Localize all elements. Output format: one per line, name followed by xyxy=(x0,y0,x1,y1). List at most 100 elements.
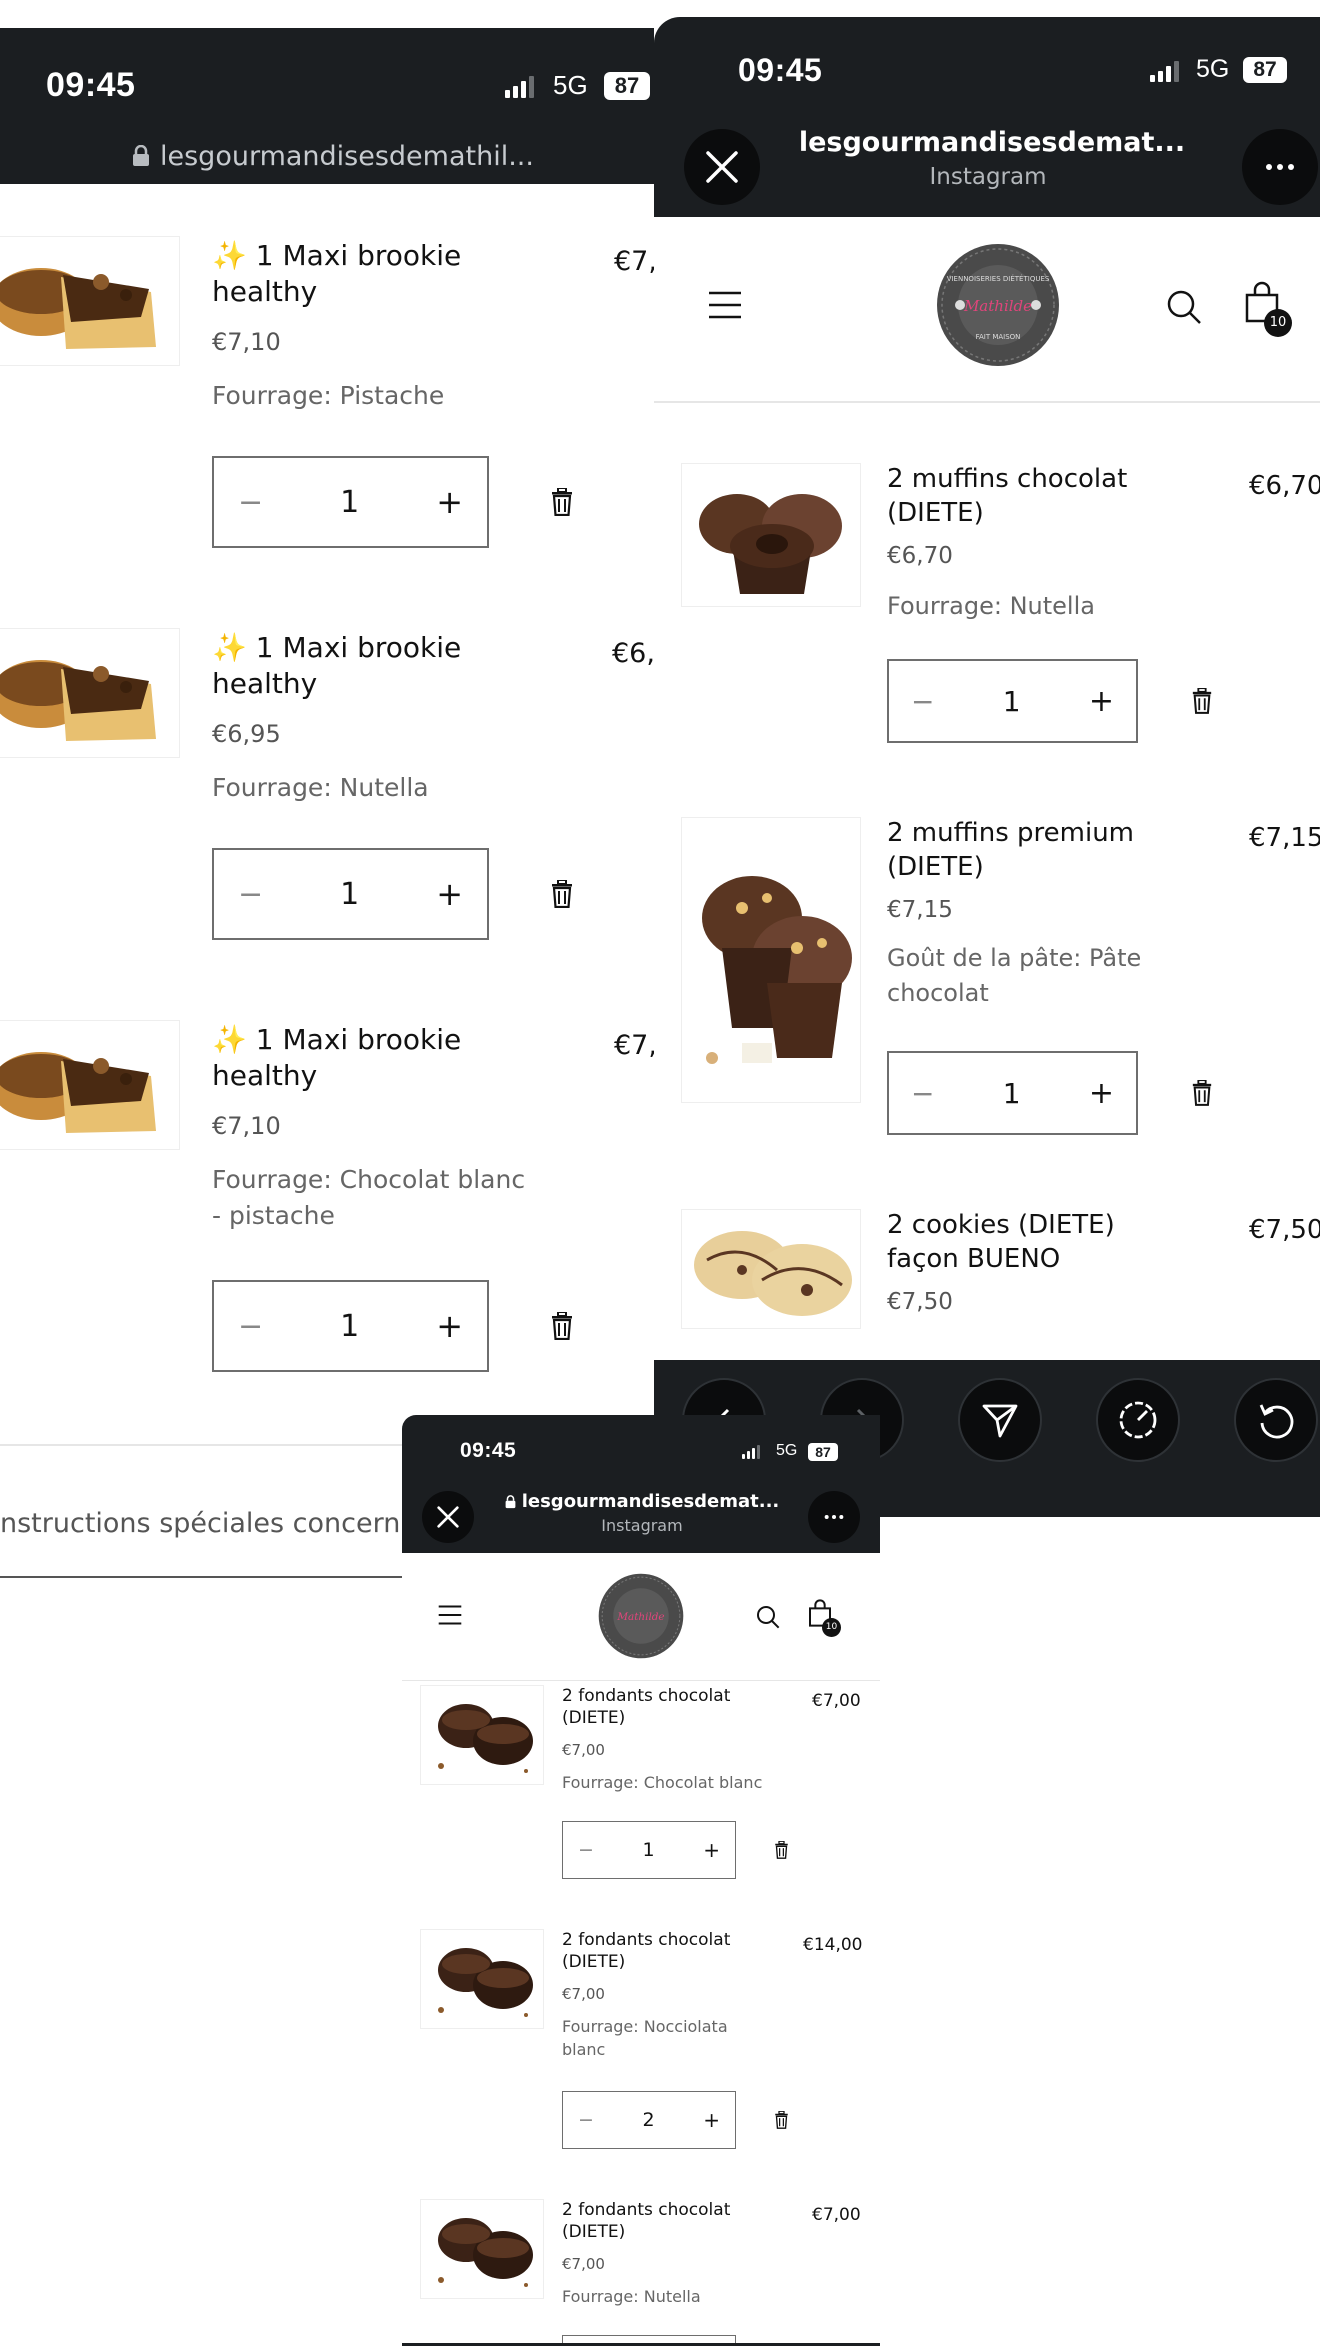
logo-name: Mathilde xyxy=(616,1611,664,1623)
header-divider xyxy=(654,401,1320,403)
product-image[interactable] xyxy=(420,2199,544,2299)
product-name[interactable]: ✨ 1 Maxi brookie healthy xyxy=(212,630,472,703)
unit-price: €7,50 xyxy=(887,1289,953,1315)
logo-top-text: VIENNOISERIES DIÉTÉTIQUES xyxy=(947,274,1050,283)
more-button[interactable] xyxy=(808,1491,860,1543)
source-label: Instagram xyxy=(929,164,1047,190)
trash-icon[interactable] xyxy=(1191,688,1213,714)
search-icon[interactable] xyxy=(756,1605,780,1629)
close-icon xyxy=(437,1506,459,1528)
address-bar[interactable]: lesgourmandisesdemathil... xyxy=(132,140,534,172)
product-name[interactable]: 2 fondants chocolat (DIETE) xyxy=(562,2199,742,2243)
increase-button[interactable]: + xyxy=(436,875,463,913)
quantity-value[interactable]: 1 xyxy=(934,1077,1088,1110)
decrease-button[interactable]: − xyxy=(578,1839,594,1861)
status-time: 09:45 xyxy=(738,52,823,88)
variant-text: Fourrage: Nocciolata blanc xyxy=(562,2017,728,2060)
more-button[interactable] xyxy=(1242,129,1318,205)
compass-button[interactable] xyxy=(1096,1378,1180,1462)
line-total: €7, xyxy=(614,1030,654,1061)
product-image[interactable] xyxy=(0,236,180,366)
product-image[interactable] xyxy=(681,817,861,1103)
decrease-button[interactable]: − xyxy=(238,485,263,520)
decrease-button[interactable]: − xyxy=(238,877,263,912)
trash-icon[interactable] xyxy=(774,1841,789,1859)
product-image[interactable] xyxy=(0,1020,180,1150)
address-bar[interactable]: lesgourmandisesdemat... Instagram xyxy=(799,127,1185,190)
source-label: Instagram xyxy=(601,1516,683,1535)
trash-icon[interactable] xyxy=(550,1312,574,1340)
product-name[interactable]: 2 muffins chocolat (DIETE) xyxy=(887,463,1147,531)
increase-button[interactable]: + xyxy=(1089,684,1114,719)
product-name[interactable]: 2 fondants chocolat (DIETE) xyxy=(562,1685,742,1729)
browser-top-bar: 09:45 5G 87 lesgourmandisesdemathil... xyxy=(0,28,654,184)
increase-button[interactable]: + xyxy=(703,2108,720,2132)
product-name[interactable]: 2 cookies (DIETE) façon BUENO xyxy=(887,1209,1177,1277)
status-time: 09:45 xyxy=(46,66,136,104)
network-type: 5G xyxy=(553,70,588,100)
search-icon[interactable] xyxy=(1166,289,1202,325)
increase-button[interactable]: + xyxy=(1089,1076,1114,1111)
menu-icon[interactable] xyxy=(708,291,742,319)
address-bar[interactable]: lesgourmandisesdemat... Instagram xyxy=(502,1491,782,1535)
increase-button[interactable]: + xyxy=(436,1307,463,1345)
quantity-value[interactable]: 2 xyxy=(594,2109,703,2131)
unit-price: €6,95 xyxy=(212,720,281,748)
sparkle-icon: ✨ xyxy=(212,239,247,272)
reload-icon xyxy=(1259,1404,1294,1439)
bottom-screenshot: 09:45 5G 87 lesgourmandisesdemat... Inst… xyxy=(402,1415,880,2346)
increase-button[interactable]: + xyxy=(436,483,463,521)
unit-price: €7,10 xyxy=(212,328,281,356)
close-button[interactable] xyxy=(684,129,760,205)
variant-text: Fourrage: Nutella xyxy=(562,2287,701,2306)
close-button[interactable] xyxy=(422,1491,474,1543)
variant-text: Goût de la pâte: Pâte chocolat xyxy=(887,944,1142,1007)
share-button[interactable] xyxy=(958,1378,1042,1462)
cart-count-badge: 10 xyxy=(822,1618,841,1637)
site-logo[interactable]: Mathilde xyxy=(598,1573,684,1659)
header-divider xyxy=(402,1680,880,1681)
signal-icon xyxy=(505,76,534,98)
decrease-button[interactable]: − xyxy=(578,2109,594,2131)
sparkle-icon: ✨ xyxy=(212,631,247,664)
product-image[interactable] xyxy=(420,1929,544,2029)
decrease-button[interactable]: − xyxy=(911,685,934,718)
product-image[interactable] xyxy=(681,463,861,607)
product-name[interactable]: 2 muffins premium (DIETE) xyxy=(887,817,1147,885)
product-image[interactable] xyxy=(681,1209,861,1329)
variant-text: Fourrage: Chocolat blanc - pistache xyxy=(212,1165,526,1231)
reload-button[interactable] xyxy=(1234,1378,1318,1462)
menu-icon[interactable] xyxy=(438,1605,462,1625)
battery-badge: 87 xyxy=(604,72,650,100)
decrease-button[interactable]: − xyxy=(911,1077,934,1110)
product-name[interactable]: 2 fondants chocolat (DIETE) xyxy=(562,1929,742,1973)
unit-price: €7,15 xyxy=(887,897,953,923)
special-instructions-field[interactable]: nstructions spéciales concerna xyxy=(0,1508,420,1578)
more-icon xyxy=(824,1515,844,1519)
decrease-button[interactable]: − xyxy=(238,1309,263,1344)
line-total: €7, xyxy=(614,246,654,277)
product-image[interactable] xyxy=(420,1685,544,1785)
product-name[interactable]: ✨ 1 Maxi brookie healthy xyxy=(212,238,472,311)
increase-button[interactable]: + xyxy=(703,1838,720,1862)
quantity-value[interactable]: 1 xyxy=(594,1839,703,1861)
browser-top-bar: 09:45 5G 87 lesgourmandisesdemat... Inst… xyxy=(654,17,1320,217)
quantity-value[interactable]: 1 xyxy=(934,685,1088,718)
trash-icon[interactable] xyxy=(550,488,574,516)
lock-icon xyxy=(133,145,149,166)
product-image[interactable] xyxy=(0,628,180,758)
cart-button[interactable]: 10 xyxy=(808,1599,844,1637)
cart-button[interactable]: 10 xyxy=(1244,281,1296,337)
trash-icon[interactable] xyxy=(1191,1080,1213,1106)
lock-icon xyxy=(505,1494,516,1508)
variant-text: Fourrage: Chocolat blanc xyxy=(562,1773,763,1792)
trash-icon[interactable] xyxy=(550,880,574,908)
site-logo[interactable]: VIENNOISERIES DIÉTÉTIQUES Mathilde FAIT … xyxy=(936,243,1060,367)
unit-price: €7,00 xyxy=(562,1741,605,1759)
close-icon xyxy=(706,151,738,183)
product-name[interactable]: ✨ 1 Maxi brookie healthy xyxy=(212,1022,472,1095)
trash-icon[interactable] xyxy=(774,2111,789,2129)
quantity-value[interactable]: 1 xyxy=(263,877,436,912)
quantity-value[interactable]: 1 xyxy=(263,485,436,520)
quantity-value[interactable]: 1 xyxy=(263,1309,436,1344)
